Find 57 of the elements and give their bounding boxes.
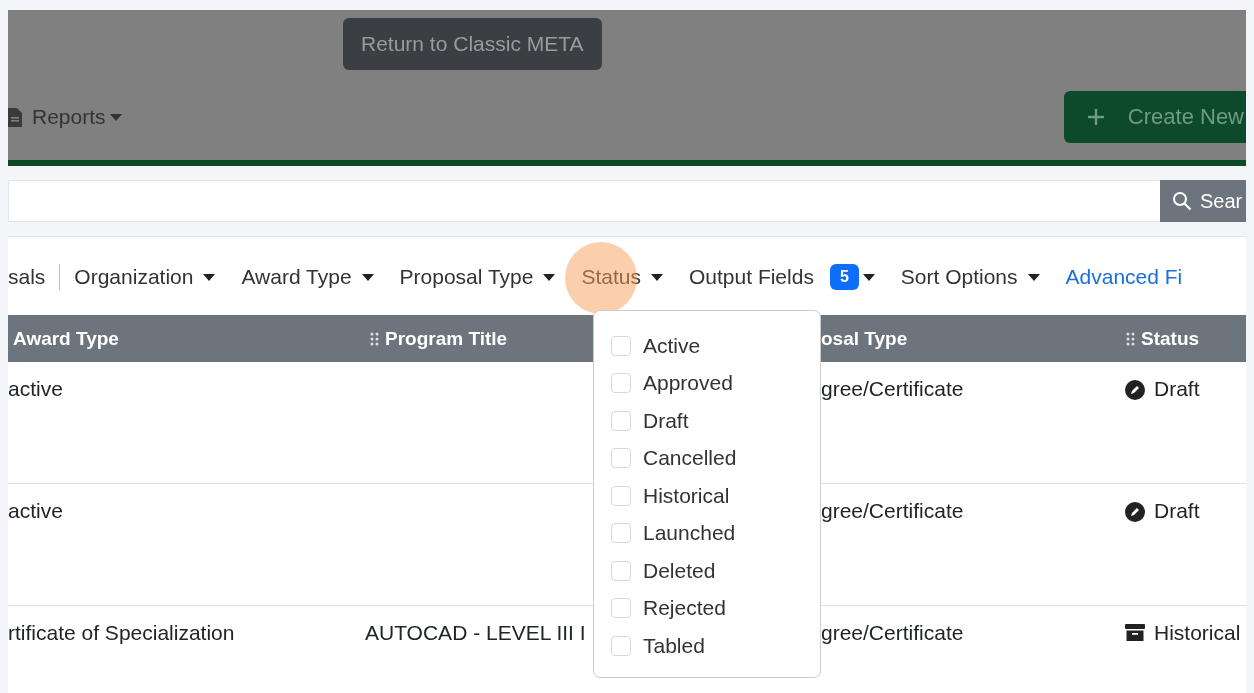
filter-label: sals [8,265,46,289]
caret-icon [203,273,216,281]
search-button[interactable]: Sear [1160,180,1246,222]
advanced-filters-link[interactable]: Advanced Fi [1065,265,1183,289]
caret-icon [109,113,122,121]
search-icon [1172,191,1192,211]
checkbox[interactable] [611,598,631,619]
status-label: Draft [1154,499,1200,523]
table-cell: AUTOCAD - LEVEL III I [365,621,586,644]
option-label[interactable]: Historical [643,483,730,508]
table-cell: gree/Certificate [821,621,964,644]
filter-dropdown[interactable]: Organization [74,265,194,289]
table-cell: gree/Certificate [821,499,964,522]
checkbox[interactable] [611,560,631,581]
checkbox[interactable] [611,373,631,394]
column-header: Program Title [385,327,508,350]
return-classic-button[interactable]: Return to Classic META [343,18,602,70]
caret-icon [543,273,556,281]
checkbox[interactable] [611,485,631,506]
status-label: Historical [1154,621,1241,645]
option-label[interactable]: Approved [643,371,733,396]
caret-icon [651,273,663,281]
option-label[interactable]: Active [643,333,701,358]
option-label[interactable]: Deleted [643,558,716,583]
table-cell: active [8,499,63,522]
column-header: Status [1141,327,1200,350]
pencil-icon [1125,380,1145,400]
checkbox[interactable] [611,635,631,656]
table-cell: rtificate of Specialization [8,621,235,644]
caret-icon [1027,273,1040,281]
checkbox[interactable] [611,410,631,431]
filter-dropdown[interactable]: Sort Options [900,265,1018,289]
pencil-icon [1125,502,1145,522]
option-label[interactable]: Draft [643,408,689,433]
option-label[interactable]: Launched [643,521,736,546]
status-label: Draft [1154,377,1200,401]
drag-handle-icon[interactable] [370,331,379,346]
option-label[interactable]: Rejected [643,596,726,621]
count-badge: 5 [829,264,859,290]
option-label[interactable]: Cancelled [643,446,737,471]
search-field[interactable] [8,180,1160,222]
filter-dropdown[interactable]: Award Type [241,265,352,289]
caret-icon [862,273,875,281]
filter-dropdown[interactable]: Output Fields [689,265,814,289]
archive-box-icon [1125,624,1145,642]
drag-handle-icon[interactable] [1126,331,1135,346]
table-cell: gree/Certificate [821,377,964,400]
filter-dropdown[interactable]: Proposal Type [399,265,534,289]
checkbox[interactable] [611,523,631,544]
column-header: Award Type [13,327,119,350]
checkbox[interactable] [611,335,631,356]
checkbox[interactable] [611,448,631,469]
column-header: osal Type [821,327,908,350]
table-cell: active [8,377,63,400]
caret-icon [361,273,374,281]
option-label[interactable]: Tabled [643,633,705,658]
plus-icon [1085,107,1106,127]
